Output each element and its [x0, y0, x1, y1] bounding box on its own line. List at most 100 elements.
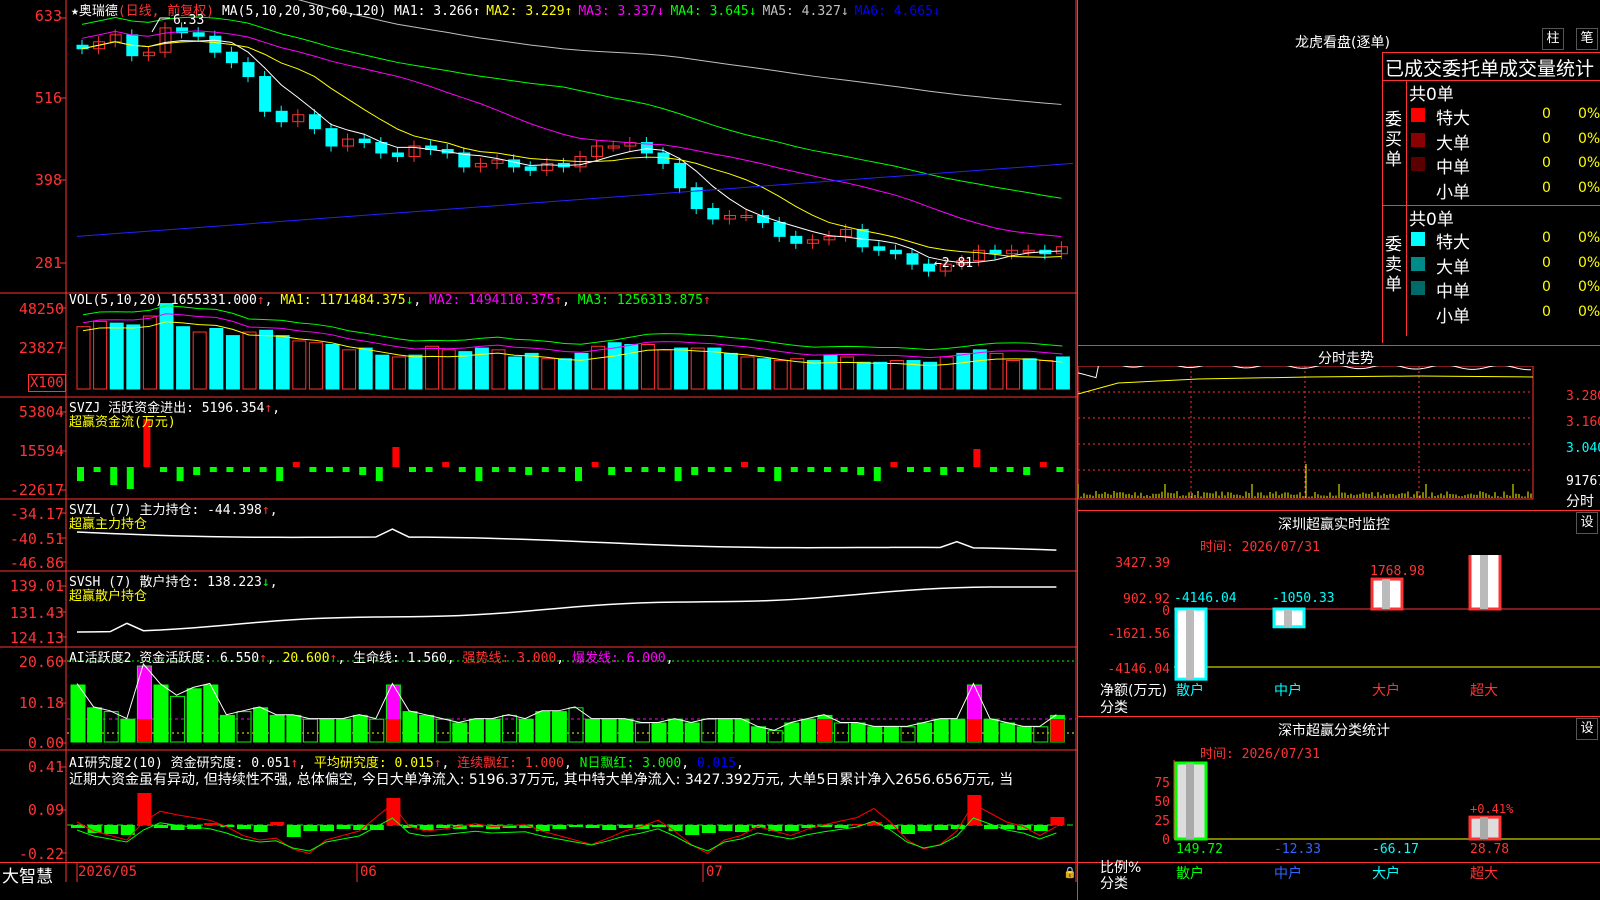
fund-flow-bar [309, 467, 316, 472]
ma-value-1: MA1: 3.266↑ [394, 4, 480, 19]
research-line-2 [77, 818, 1056, 851]
fund-flow-bar [824, 467, 831, 472]
stats-bar-highlight [1480, 817, 1488, 839]
volume-bar [509, 357, 522, 389]
research-bar [536, 825, 550, 831]
intraday-axis-label: 3.280 [1566, 389, 1600, 404]
fund-flow-bar [691, 467, 698, 475]
sell-total: 共0单 [1409, 205, 1454, 230]
candle [874, 247, 885, 250]
volume-bar [260, 330, 273, 389]
intraday-chart[interactable] [1078, 366, 1600, 510]
buy-level-count: 0 [1542, 106, 1551, 122]
volume-bar [343, 350, 356, 389]
activity-bar [1017, 727, 1031, 742]
monitor-category: 中户 [1274, 682, 1302, 699]
fund-flow-bar [127, 467, 134, 489]
volume-bar [924, 362, 937, 389]
svzl-axis-label: -46.86 [2, 554, 64, 572]
vol-unit-box: X100 [28, 374, 66, 392]
column-view-button[interactable]: 柱 [1542, 28, 1564, 50]
stats-title: 深市超赢分类统计 [1278, 720, 1390, 740]
ma-value-5: MA5: 4.327↓ [763, 4, 849, 19]
volume-bar [973, 350, 986, 389]
activity-bar [868, 727, 882, 742]
research-bar [420, 825, 434, 830]
monitor-settings-button[interactable]: 设 [1576, 512, 1598, 534]
activity-bar [536, 712, 550, 742]
candle [326, 129, 337, 146]
fund-flow-bar [260, 467, 267, 472]
activity-bar [934, 719, 948, 742]
candle [392, 153, 403, 156]
buy-swatch [1411, 133, 1425, 147]
buy-level-name: 大单 [1436, 129, 1470, 154]
research-bar [320, 825, 334, 831]
volume-bar [890, 361, 903, 389]
activity-bar [370, 719, 384, 742]
candle [774, 222, 785, 236]
brand-label: 大智慧 [2, 862, 53, 887]
buy-level-name: 特大 [1436, 104, 1470, 129]
volume-bar [608, 343, 621, 389]
monitor-category: 大户 [1372, 682, 1400, 699]
intraday-vol-label: 91767 [1566, 474, 1600, 489]
activity-bar [270, 715, 284, 742]
sell-level-pct: 0% [1578, 304, 1600, 320]
fund-flow-bar [193, 467, 200, 475]
fund-flow-bar [1040, 462, 1047, 467]
svzl-subtitle: 超赢主力持仓 [69, 513, 147, 532]
stats-category-label: 分类 [1100, 873, 1128, 893]
volume-bar [857, 362, 870, 389]
intraday-axis-label: 3.040 [1566, 441, 1600, 456]
buy-level-count: 0 [1542, 131, 1551, 147]
buy-level-count: 0 [1542, 180, 1551, 196]
volume-bar [177, 327, 190, 389]
fund-flow-bar [177, 467, 184, 481]
volume-bar [210, 328, 223, 389]
monitor-bar-label: 1768.98 [1370, 564, 1425, 579]
research-bar [436, 825, 450, 828]
research-bar [137, 793, 151, 825]
activity-bar [669, 719, 683, 742]
fund-flow-bar [276, 467, 283, 481]
activity-bar [685, 723, 699, 742]
fund-flow-bar [442, 462, 449, 467]
ma-label: MA(5,10,20,30,60,120) [222, 4, 386, 19]
lock-icon[interactable]: 🔒 [1063, 866, 1077, 879]
ai1-axis-label: 0.00 [2, 734, 64, 752]
volume-bar [1007, 361, 1020, 389]
activity-bar [619, 719, 633, 742]
divider [1406, 80, 1407, 336]
volume-bar [309, 343, 322, 389]
research-bar [287, 825, 301, 837]
price-axis-label: 398 [2, 171, 62, 189]
kline-chart-area[interactable] [0, 0, 1077, 882]
research-bar [337, 825, 351, 829]
stats-axis-label: 75 [1154, 776, 1170, 791]
date-label: 2026/05 [78, 864, 137, 880]
stats-settings-button[interactable]: 设 [1576, 718, 1598, 740]
volume-bar [957, 353, 970, 389]
activity-bar [436, 719, 450, 742]
fund-flow-bar [907, 467, 914, 472]
sell-level-count: 0 [1542, 230, 1551, 246]
monitor-axis-label: 0 [1162, 604, 1170, 619]
fund-flow-bar [1056, 467, 1063, 472]
fund-flow-bar [326, 467, 333, 472]
ma-line-6 [77, 163, 1073, 236]
candle [376, 143, 387, 153]
monitor-title: 深圳超赢实时监控 [1278, 514, 1390, 534]
tick-view-button[interactable]: 笔 [1576, 28, 1598, 50]
volume-bar [658, 350, 671, 389]
activity-strong-bar [386, 719, 400, 742]
fund-flow-bar [708, 467, 715, 472]
activity-bar [320, 719, 334, 742]
monitor-bar-label: -1050.33 [1272, 591, 1335, 606]
volume-bar [1040, 361, 1053, 389]
vol-ma1: MA1: 1171484.375 [280, 293, 405, 308]
intraday-axis-label: 3.160 [1566, 415, 1600, 430]
vol-value: 1655331.000 [171, 293, 257, 308]
monitor-category-label: 分类 [1100, 697, 1128, 717]
fund-flow-bar [575, 467, 582, 481]
